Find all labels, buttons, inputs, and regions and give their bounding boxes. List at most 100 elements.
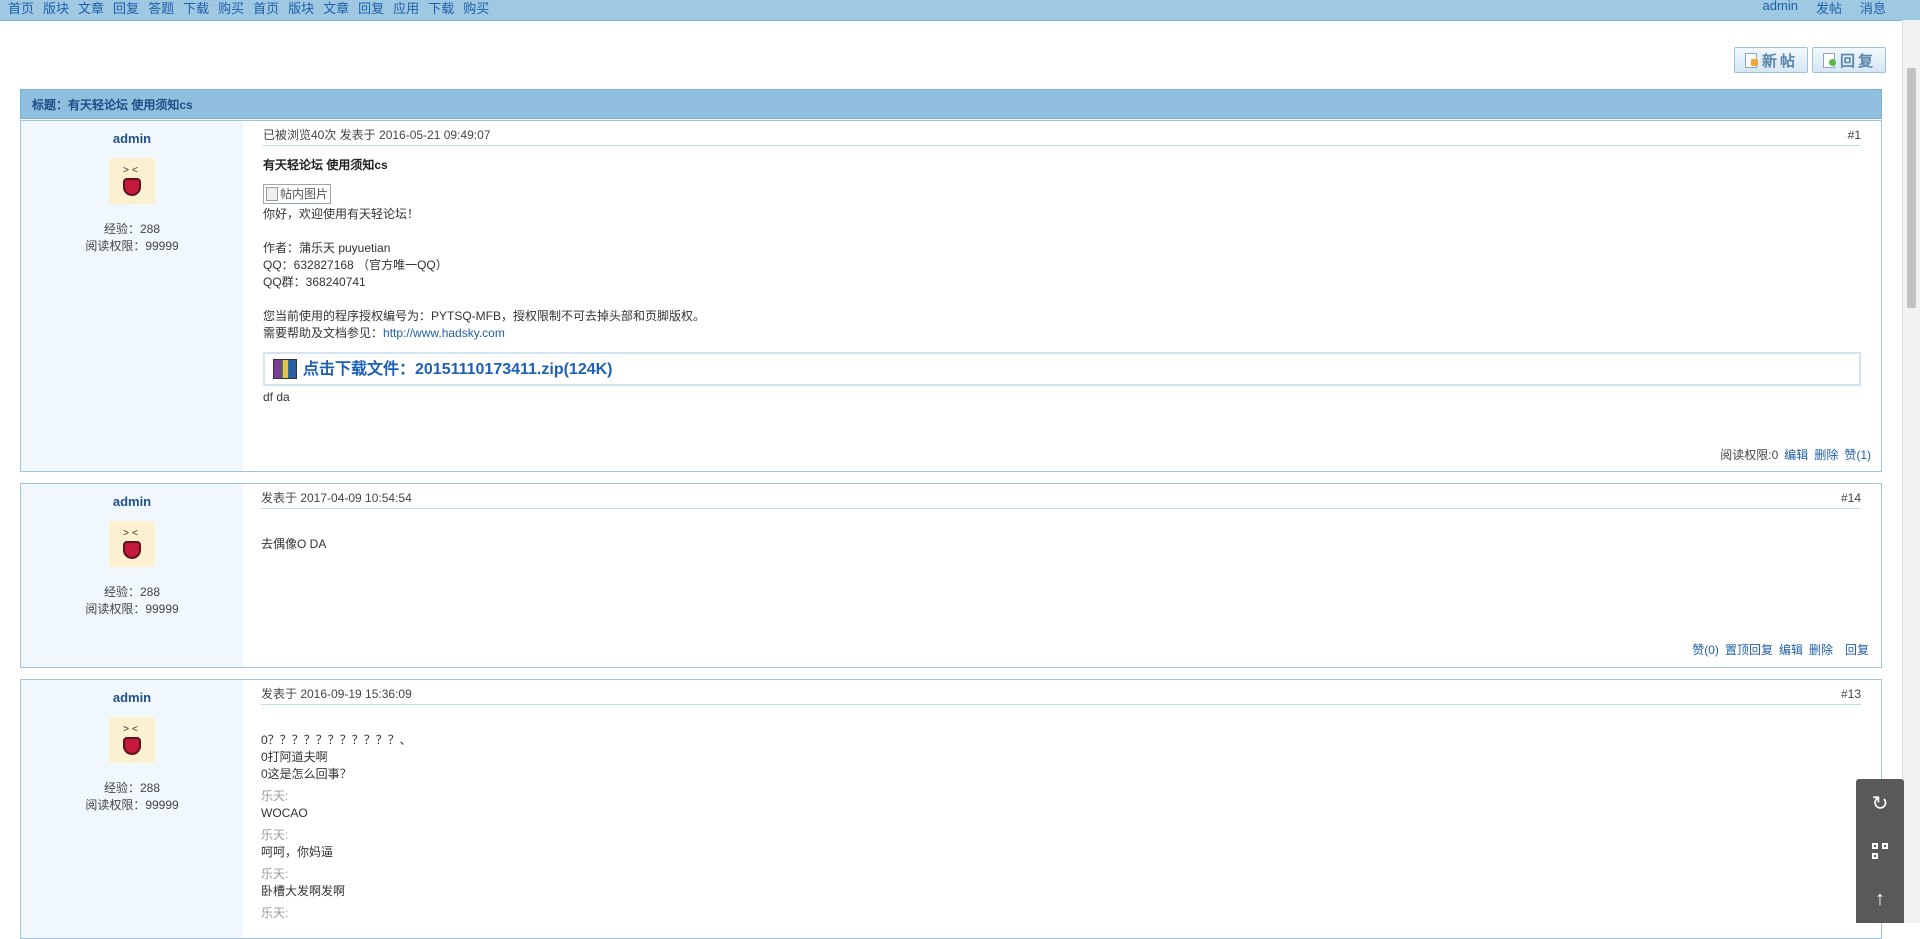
nav-new-post[interactable]: 发帖 — [1816, 0, 1842, 17]
author-panel: admin >< 经验：288 阅读权限：99999 — [21, 484, 243, 667]
thread-title: 标题：有天轻论坛 使用须知cs — [20, 89, 1882, 119]
edit-link[interactable]: 编辑 — [1779, 641, 1803, 658]
post-footer: 阅读权限:0 编辑 删除 赞(1) — [1720, 446, 1871, 463]
quote-label: 乐天: — [261, 828, 289, 842]
nav-articles-2[interactable]: 文章 — [323, 0, 349, 17]
nav-articles[interactable]: 文章 — [78, 0, 104, 17]
post-body: 去偶像O DA — [261, 536, 1871, 553]
post-actions: 新帖 回复 — [1734, 47, 1886, 73]
nav-user[interactable]: admin — [1763, 0, 1798, 17]
author-read-perm: 阅读权限：99999 — [85, 798, 179, 812]
refresh-icon[interactable]: ↻ — [1856, 779, 1904, 827]
author-name[interactable]: admin — [21, 494, 243, 509]
quote-label: 乐天: — [261, 789, 289, 803]
post-image[interactable]: 帖内图片 — [263, 184, 332, 204]
avatar-mouth — [123, 178, 141, 196]
quote-text: WOCAO — [261, 806, 308, 820]
like-link[interactable]: 赞(0) — [1692, 641, 1719, 658]
quote-label: 乐天: — [261, 906, 289, 920]
post-subject: 有天轻论坛 使用须知cs — [263, 158, 388, 172]
nav-replies[interactable]: 回复 — [113, 0, 139, 17]
body-line: 0？？？？？？？？？？？、 — [261, 733, 412, 747]
new-post-label: 新帖 — [1761, 52, 1798, 70]
post-content: 发表于 2017-04-09 10:54:54 #14 去偶像O DA 赞(0)… — [261, 484, 1871, 667]
body-line: 0这是怎么回事？ — [261, 767, 352, 781]
new-post-button[interactable]: 新帖 — [1734, 47, 1808, 73]
quote-text: 呵呵，你妈逼 — [261, 845, 334, 859]
new-post-icon — [1744, 53, 1758, 68]
avatar-eyes: >< — [123, 165, 141, 176]
body-line: QQ：632827168 （官方唯一QQ） — [263, 258, 448, 272]
back-to-top-icon[interactable]: ↑ — [1856, 875, 1904, 923]
nav-buy-2[interactable]: 购买 — [463, 0, 489, 17]
nav-left: 首页 版块 文章 回复 答题 下载 购买 首页 版块 文章 回复 应用 下载 购… — [8, 0, 489, 17]
page-scrollbar[interactable] — [1902, 20, 1920, 923]
like-link[interactable]: 赞(1) — [1844, 446, 1871, 463]
post-meta: 发表于 2017-04-09 10:54:54 — [261, 491, 412, 505]
post-content: 已被浏览40次 发表于 2016-05-21 09:49:07 #1 有天轻论坛… — [263, 121, 1871, 471]
nav-buy[interactable]: 购买 — [218, 0, 244, 17]
post-image-alt: 帖内图片 — [280, 186, 329, 201]
author-meta: 经验：288 阅读权限：99999 — [21, 780, 243, 814]
author-meta: 经验：288 阅读权限：99999 — [21, 221, 243, 255]
floating-toolbar: ↻ ↑ — [1856, 779, 1904, 923]
nav-messages[interactable]: 消息 — [1860, 0, 1886, 17]
nav-boards-2[interactable]: 版块 — [288, 0, 314, 17]
post-meta: 发表于 2016-09-19 15:36:09 — [261, 687, 412, 701]
avatar-mouth — [123, 737, 141, 755]
delete-link[interactable]: 删除 — [1814, 446, 1838, 463]
floor-number: #14 — [1840, 491, 1861, 505]
pin-reply-link[interactable]: 置顶回复 — [1725, 641, 1773, 658]
attachment-box: 点击下载文件：20151110173411.zip(124K) — [263, 352, 1861, 386]
qrcode-icon[interactable] — [1856, 827, 1904, 875]
nav-right: admin 发帖 消息 — [1763, 0, 1886, 17]
nav-downloads-2[interactable]: 下载 — [428, 0, 454, 17]
post-header: 发表于 2017-04-09 10:54:54 #14 — [261, 488, 1861, 509]
reply-button[interactable]: 回复 — [1812, 47, 1886, 73]
quote-text: 卧槽大发啊发啊 — [261, 884, 346, 898]
author-meta: 经验：288 阅读权限：99999 — [21, 584, 243, 618]
post-header: 已被浏览40次 发表于 2016-05-21 09:49:07 #1 — [263, 125, 1861, 146]
read-permission: 阅读权限:0 — [1720, 448, 1779, 462]
nav-apps[interactable]: 应用 — [393, 0, 419, 17]
nav-downloads[interactable]: 下载 — [183, 0, 209, 17]
author-exp: 经验：288 — [103, 585, 161, 599]
delete-link[interactable]: 删除 — [1809, 641, 1833, 658]
avatar-mouth — [123, 541, 141, 559]
floor-number: #13 — [1840, 687, 1861, 701]
help-link[interactable]: http://www.hadsky.com — [383, 326, 505, 340]
scrollbar-thumb[interactable] — [1907, 68, 1916, 308]
reply-link[interactable]: 回复 — [1845, 641, 1869, 658]
download-link[interactable]: 点击下载文件：20151110173411.zip(124K) — [303, 361, 613, 378]
floor-number: #1 — [1847, 128, 1861, 142]
zip-archive-icon — [273, 359, 297, 379]
nav-quiz[interactable]: 答题 — [148, 0, 174, 17]
avatar[interactable]: >< — [109, 158, 155, 204]
body-line: 0打阿道夫啊 — [261, 750, 328, 764]
author-name[interactable]: admin — [21, 131, 243, 146]
author-exp: 经验：288 — [103, 222, 161, 236]
avatar[interactable]: >< — [109, 717, 155, 763]
nav-home[interactable]: 首页 — [8, 0, 34, 17]
top-nav: 首页 版块 文章 回复 答题 下载 购买 首页 版块 文章 回复 应用 下载 购… — [0, 0, 1920, 21]
quote-label: 乐天: — [261, 867, 289, 881]
post-14: admin >< 经验：288 阅读权限：99999 发表于 2017-04-0… — [20, 483, 1882, 668]
post-13: admin >< 经验：288 阅读权限：99999 发表于 2016-09-1… — [20, 679, 1882, 939]
nav-home-2[interactable]: 首页 — [253, 0, 279, 17]
edit-link[interactable]: 编辑 — [1784, 446, 1808, 463]
reply-icon — [1822, 53, 1836, 68]
post-content: 发表于 2016-09-19 15:36:09 #13 0？？？？？？？？？？？… — [261, 680, 1871, 938]
nav-replies-2[interactable]: 回复 — [358, 0, 384, 17]
avatar[interactable]: >< — [109, 521, 155, 567]
body-line: 你好，欢迎使用有天轻论坛！ — [263, 207, 420, 221]
nav-boards[interactable]: 版块 — [43, 0, 69, 17]
post-text: 去偶像O DA — [261, 537, 327, 551]
post-body: 有天轻论坛 使用须知cs 帖内图片 你好，欢迎使用有天轻论坛！ 作者：蒲乐天 p… — [263, 157, 1871, 406]
reply-label: 回复 — [1839, 52, 1876, 70]
author-panel: admin >< 经验：288 阅读权限：99999 — [21, 680, 243, 938]
post-1: admin >< 经验：288 阅读权限：99999 已被浏览40次 发表于 2… — [20, 120, 1882, 472]
author-name[interactable]: admin — [21, 690, 243, 705]
broken-image-icon — [266, 187, 278, 201]
qrcode-glyph — [1872, 843, 1888, 859]
author-panel: admin >< 经验：288 阅读权限：99999 — [21, 121, 243, 471]
